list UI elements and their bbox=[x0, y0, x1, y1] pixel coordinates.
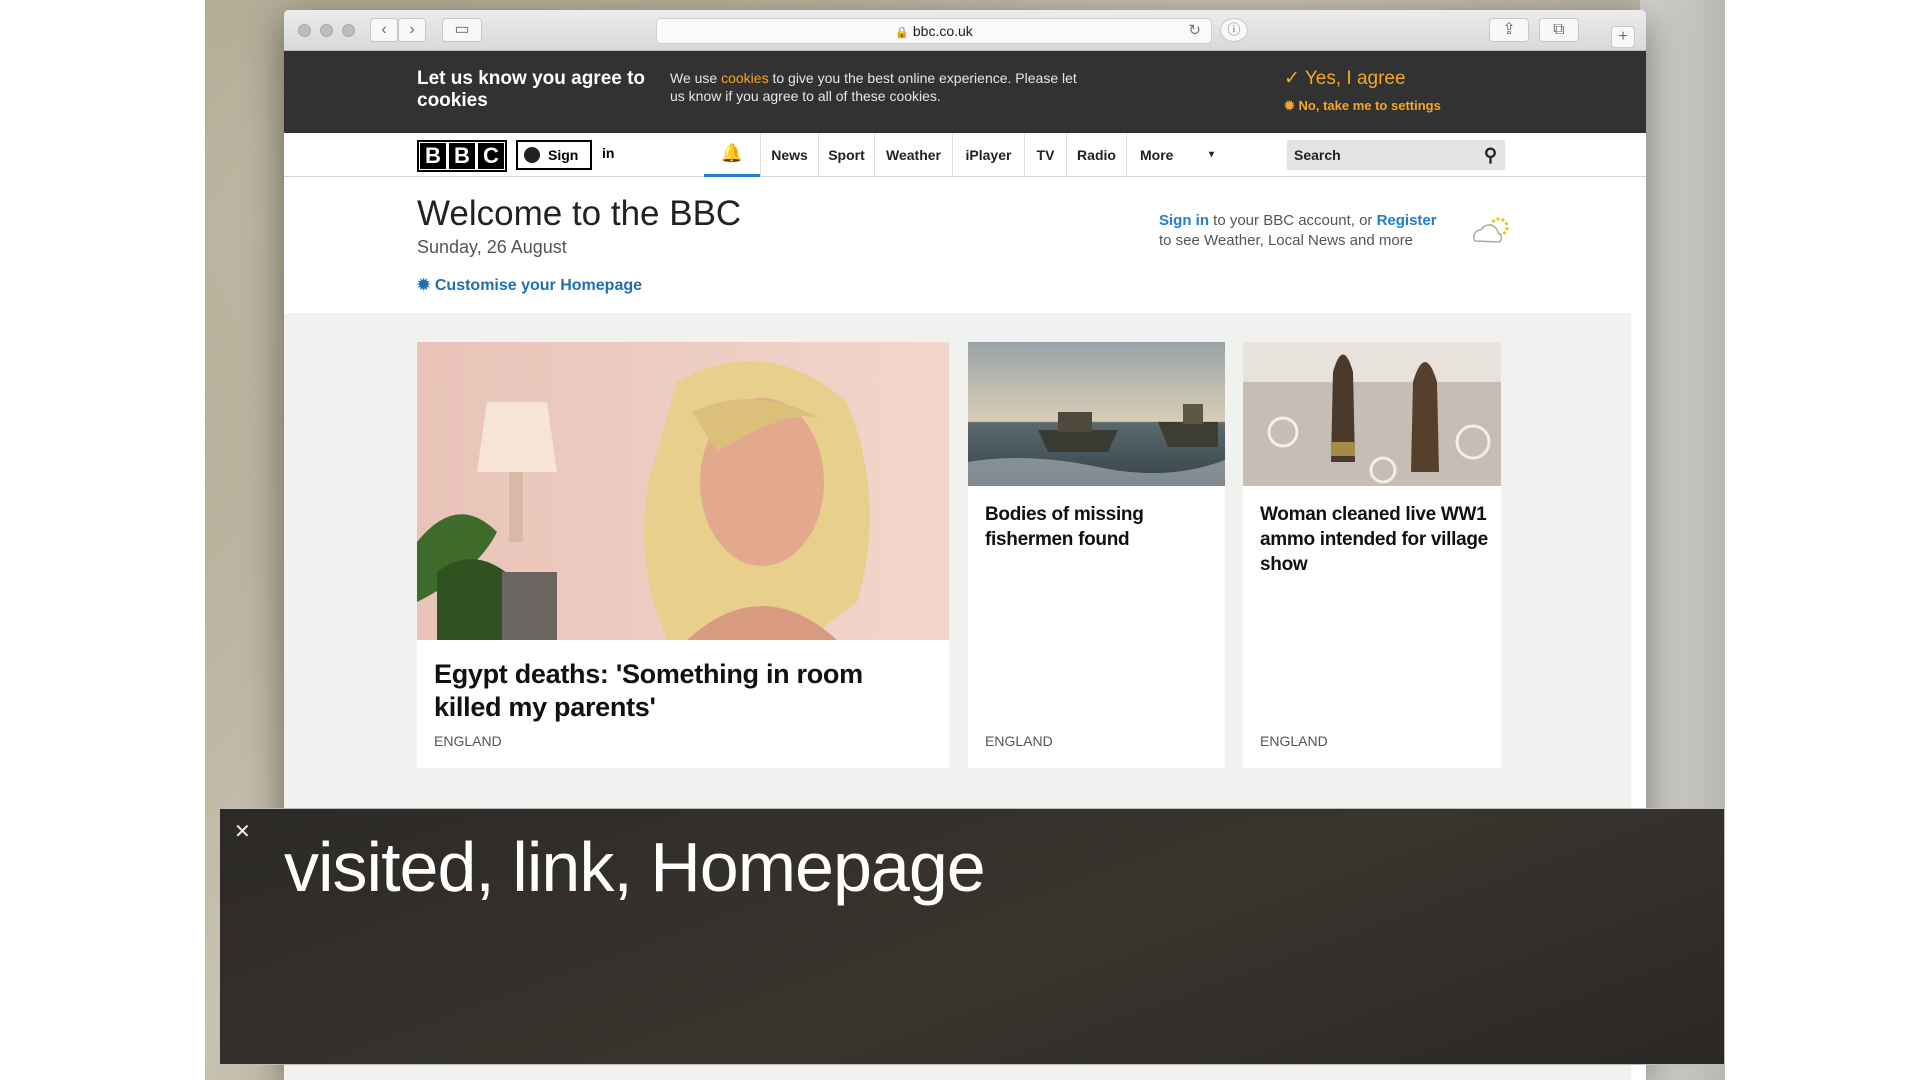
sidebar-icon[interactable]: ▭ bbox=[442, 18, 482, 42]
settings-label: No, take me to settings bbox=[1298, 98, 1441, 113]
register-link[interactable]: Register bbox=[1377, 212, 1437, 229]
story-image-woman bbox=[417, 342, 949, 640]
account-prompt: Sign in to your BBC account, or Register… bbox=[1159, 211, 1459, 251]
gear-icon: ✹ bbox=[1284, 98, 1299, 113]
signin-extra-text: in bbox=[602, 145, 615, 161]
logo-letter: B bbox=[449, 143, 475, 169]
story-card-main[interactable]: Egypt deaths: 'Something in room killed … bbox=[417, 342, 949, 768]
tabs-icon[interactable]: ⧉ bbox=[1539, 18, 1579, 42]
nav-more[interactable]: More ▾ bbox=[1126, 133, 1226, 177]
signin-label: Sign bbox=[548, 147, 579, 163]
close-icon[interactable]: ✕ bbox=[234, 819, 251, 844]
customise-homepage-link[interactable]: ✹ Customise your Homepage bbox=[417, 275, 642, 295]
notifications-bell-icon[interactable]: 🔔 bbox=[704, 133, 760, 177]
agree-button[interactable]: ✓ Yes, I agree bbox=[1284, 67, 1406, 90]
nav-radio[interactable]: Radio bbox=[1066, 133, 1126, 177]
cookie-title: Let us know you agree to cookies bbox=[417, 68, 646, 111]
close-window-button[interactable] bbox=[298, 24, 311, 37]
account-text-2: to see Weather, Local News and more bbox=[1159, 232, 1414, 249]
nav-iplayer[interactable]: iPlayer bbox=[952, 133, 1024, 177]
browser-toolbar: ‹ › ▭ 🔒 bbc.co.uk ↻ ⓘ ⇪ ⧉ + bbox=[284, 10, 1646, 51]
account-text: to your BBC account, or bbox=[1209, 212, 1377, 229]
url-text: bbc.co.uk bbox=[912, 23, 973, 39]
story-card[interactable]: Woman cleaned live WW1 ammo intended for… bbox=[1243, 342, 1501, 768]
logo-letter: C bbox=[478, 143, 504, 169]
nav-news[interactable]: News bbox=[760, 133, 818, 177]
nav-weather[interactable]: Weather bbox=[874, 133, 952, 177]
customise-label: Customise your Homepage bbox=[434, 277, 643, 294]
story-headline[interactable]: Woman cleaned live WW1 ammo intended for… bbox=[1260, 502, 1490, 577]
new-tab-icon[interactable]: + bbox=[1611, 26, 1635, 48]
search-icon[interactable]: ⚲ bbox=[1484, 140, 1497, 170]
story-headline[interactable]: Egypt deaths: 'Something in room killed … bbox=[434, 658, 934, 724]
welcome-section: Welcome to the BBC Sunday, 26 August ✹ C… bbox=[284, 178, 1631, 313]
address-bar[interactable]: 🔒 bbc.co.uk ↻ bbox=[656, 18, 1212, 44]
bbc-navigation: B B C Sign in 🔔 News Sport Weather iPlay… bbox=[284, 133, 1646, 177]
forward-icon[interactable]: › bbox=[398, 18, 426, 42]
agree-label: Yes, I agree bbox=[1304, 68, 1406, 89]
back-icon[interactable]: ‹ bbox=[370, 18, 398, 42]
reload-icon[interactable]: ↻ bbox=[1188, 19, 1201, 43]
search-placeholder: Search bbox=[1294, 147, 1341, 163]
check-icon: ✓ bbox=[1284, 68, 1305, 89]
signin-link[interactable]: Sign in bbox=[1159, 212, 1209, 229]
minimize-window-button[interactable] bbox=[320, 24, 333, 37]
cookie-banner: Let us know you agree to cookies We use … bbox=[284, 51, 1646, 133]
accessibility-caption-panel: ✕ visited, link, Homepage bbox=[219, 808, 1725, 1065]
caption-text: visited, link, Homepage bbox=[284, 828, 986, 906]
cookie-message: We use cookies to give you the best onli… bbox=[670, 69, 1090, 105]
story-tag[interactable]: ENGLAND bbox=[434, 733, 502, 749]
settings-link[interactable]: ✹ No, take me to settings bbox=[1284, 98, 1441, 114]
cookies-link[interactable]: cookies bbox=[721, 70, 768, 86]
signin-button[interactable]: Sign bbox=[516, 140, 592, 170]
zoom-window-button[interactable] bbox=[342, 24, 355, 37]
chevron-down-icon: ▾ bbox=[1208, 149, 1214, 160]
weather-icon bbox=[1473, 217, 1509, 243]
lock-icon: 🔒 bbox=[895, 27, 909, 39]
story-image-shells bbox=[1243, 342, 1501, 486]
story-tag[interactable]: ENGLAND bbox=[1260, 733, 1328, 749]
story-tag[interactable]: ENGLAND bbox=[985, 733, 1053, 749]
logo-letter: B bbox=[420, 143, 446, 169]
story-image-boats bbox=[968, 342, 1225, 486]
gear-icon: ✹ bbox=[417, 277, 435, 294]
story-headline[interactable]: Bodies of missing fishermen found bbox=[985, 502, 1215, 552]
account-icon bbox=[524, 147, 540, 163]
date-text: Sunday, 26 August bbox=[417, 237, 567, 257]
screen: ‹ › ▭ 🔒 bbc.co.uk ↻ ⓘ ⇪ ⧉ + Let us know y… bbox=[0, 0, 1920, 1080]
bbc-logo[interactable]: B B C bbox=[417, 140, 507, 172]
cookie-message-start: We use bbox=[670, 70, 722, 86]
nav-tv[interactable]: TV bbox=[1024, 133, 1066, 177]
story-card[interactable]: Bodies of missing fishermen found ENGLAN… bbox=[968, 342, 1225, 768]
info-icon[interactable]: ⓘ bbox=[1220, 18, 1248, 42]
share-icon[interactable]: ⇪ bbox=[1489, 18, 1529, 42]
more-label: More bbox=[1140, 147, 1174, 163]
page-title: Welcome to the BBC bbox=[417, 194, 742, 233]
search-input[interactable]: Search ⚲ bbox=[1287, 140, 1505, 170]
nav-sport[interactable]: Sport bbox=[818, 133, 874, 177]
